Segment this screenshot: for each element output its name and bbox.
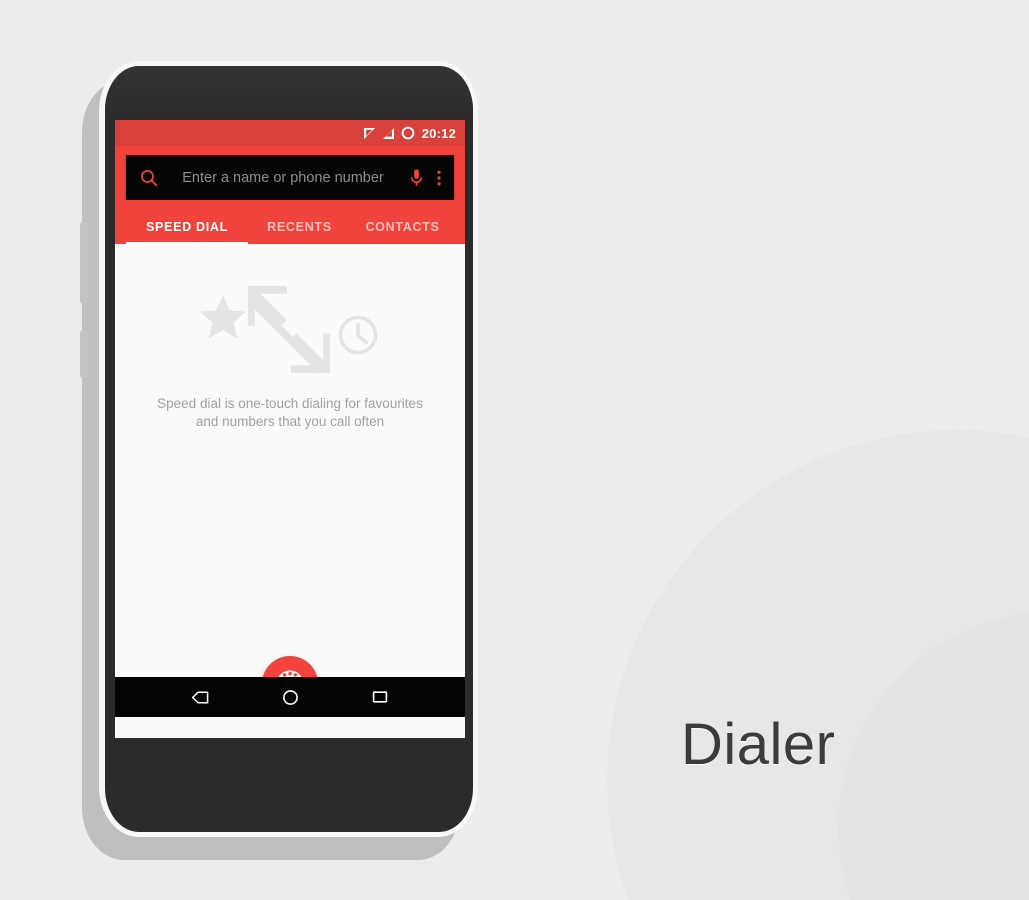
status-bar-clock: 20:12 (421, 125, 456, 141)
tab-speed-dial[interactable]: SPEED DIAL (126, 220, 248, 244)
recents-square-icon[interactable] (371, 688, 389, 706)
status-bar: 20:12 (115, 120, 465, 146)
power-button[interactable] (80, 330, 88, 378)
ring-circle-icon (401, 126, 415, 140)
phone-screen: 20:12 Enter a name or phone number SPEED… (115, 120, 465, 738)
microphone-icon[interactable] (409, 168, 424, 188)
call-forward-arrows-icon (247, 286, 330, 375)
phone-mockup: 20:12 Enter a name or phone number SPEED… (0, 0, 560, 900)
empty-state-line-2: and numbers that you call often (195, 414, 385, 430)
cellular-signal-icon (382, 128, 394, 139)
speed-dial-content: Speed dial is one-touch dialing for favo… (115, 244, 465, 717)
clock-icon (338, 315, 378, 355)
search-input[interactable]: Enter a name or phone number (161, 170, 409, 186)
tab-bar: SPEED DIAL RECENTS CONTACTS (126, 200, 454, 244)
app-header: Enter a name or phone number SPEED DIAL … (115, 146, 465, 244)
search-bar[interactable]: Enter a name or phone number (126, 155, 454, 200)
star-icon (200, 295, 246, 339)
tab-contacts[interactable]: CONTACTS (351, 220, 454, 244)
back-triangle-icon[interactable] (191, 689, 210, 706)
empty-state: Speed dial is one-touch dialing for favo… (115, 282, 465, 431)
home-circle-icon[interactable] (281, 688, 300, 707)
tab-recents[interactable]: RECENTS (248, 220, 351, 244)
empty-state-line-1: Speed dial is one-touch dialing for favo… (157, 396, 423, 411)
app-name-caption: Dialer (681, 712, 836, 777)
empty-state-text: Speed dial is one-touch dialing for favo… (115, 395, 465, 431)
empty-state-graphic (200, 286, 378, 375)
search-icon[interactable] (139, 168, 159, 188)
overflow-menu-icon[interactable] (436, 168, 442, 188)
volume-rocker-button[interactable] (80, 222, 88, 304)
android-nav-bar (115, 677, 465, 717)
wifi-icon (363, 128, 375, 139)
